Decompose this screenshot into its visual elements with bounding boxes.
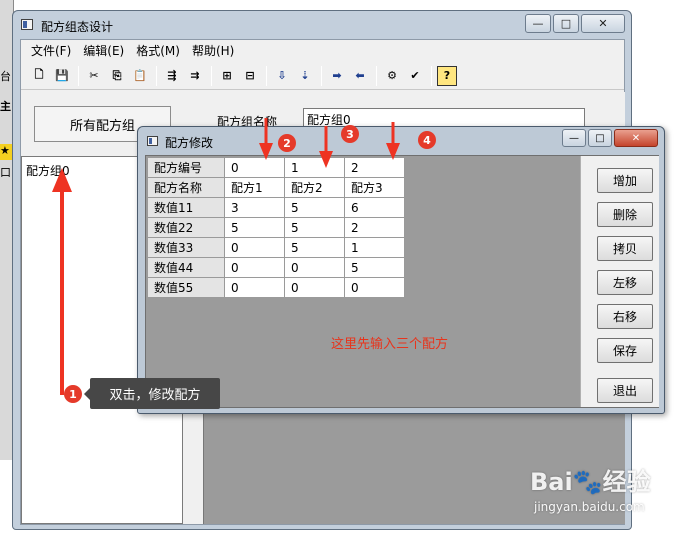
grid-cell[interactable]: 5	[284, 197, 345, 218]
recipe-edit-dialog: 配方修改 — □ ✕ 配方编号 0 1 2 配方名称 配方1 配方2 配方3 数…	[137, 126, 665, 414]
maximize-button[interactable]: □	[553, 14, 579, 33]
dialog-icon	[147, 136, 158, 146]
left-align-icon[interactable]: ⊞	[217, 66, 237, 86]
menu-bar: 文件(F) 编辑(E) 格式(M) 帮助(H)	[21, 40, 624, 60]
minimize-button[interactable]: —	[525, 14, 551, 33]
step-badge-3: 3	[341, 125, 359, 143]
check-icon[interactable]: ✔	[405, 66, 425, 86]
grid-cell[interactable]: 3	[224, 197, 285, 218]
table-row: 配方编号 0 1 2	[147, 157, 405, 178]
toolbar-separator	[321, 65, 322, 86]
grid-cell[interactable]: 2	[344, 217, 405, 238]
grid-cell[interactable]: 配方2	[284, 177, 345, 198]
grid-cell[interactable]: 1	[284, 157, 345, 178]
menu-format[interactable]: 格式(M)	[130, 42, 186, 59]
append-column-icon[interactable]: ⇉	[185, 66, 205, 86]
dialog-maximize-button[interactable]: □	[588, 129, 612, 147]
row-header: 数值44	[147, 257, 225, 278]
toolbar-separator	[78, 65, 79, 86]
table-row: 数值22 5 5 2	[147, 217, 405, 238]
menu-edit[interactable]: 编辑(E)	[77, 42, 130, 59]
toolbar-separator	[156, 65, 157, 86]
grid-cell[interactable]: 5	[344, 257, 405, 278]
grid-cell[interactable]: 5	[284, 217, 345, 238]
download-icon[interactable]: ⇩	[272, 66, 292, 86]
watermark-url: jingyan.baidu.com	[534, 500, 645, 514]
grid-cell[interactable]: 0	[224, 157, 285, 178]
grid-cell[interactable]: 0	[344, 277, 405, 298]
title-bar: 配方组态设计 — □ ✕	[13, 11, 631, 39]
step-badge-2: 2	[278, 134, 296, 152]
dialog-client: 配方编号 0 1 2 配方名称 配方1 配方2 配方3 数值11 3 5 6 数…	[145, 155, 659, 408]
grid-cell[interactable]: 5	[224, 217, 285, 238]
save-icon[interactable]: 💾	[52, 66, 72, 86]
move-right-button[interactable]: 右移	[597, 304, 653, 329]
baidu-watermark: Bai🐾经验 jingyan.baidu.com	[530, 462, 680, 526]
exit-button[interactable]: 退出	[597, 378, 653, 403]
app-icon	[21, 19, 33, 30]
toolbar-separator	[376, 65, 377, 86]
row-header: 配方名称	[147, 177, 225, 198]
row-header: 数值33	[147, 237, 225, 258]
grid-cell[interactable]: 0	[224, 277, 285, 298]
upload-icon[interactable]: ⇣	[295, 66, 315, 86]
row-header: 配方编号	[147, 157, 225, 178]
delete-button[interactable]: 删除	[597, 202, 653, 227]
annotation-tooltip: 双击，修改配方	[84, 378, 220, 409]
toolbar-separator	[266, 65, 267, 86]
row-header: 数值11	[147, 197, 225, 218]
save-button[interactable]: 保存	[597, 338, 653, 363]
tree-item-group0[interactable]: 配方组0	[26, 162, 70, 179]
grid-cell[interactable]: 6	[344, 197, 405, 218]
dialog-title: 配方修改	[165, 136, 214, 150]
row-header: 数值55	[147, 277, 225, 298]
table-row: 数值33 0 5 1	[147, 237, 405, 258]
copy-icon[interactable]: ⎘	[107, 66, 127, 86]
new-icon[interactable]: 🗋	[29, 66, 49, 86]
toolbar-separator	[211, 65, 212, 86]
menu-help[interactable]: 帮助(H)	[186, 42, 240, 59]
step-badge-1: 1	[64, 385, 82, 403]
close-button[interactable]: ✕	[581, 14, 625, 33]
window-title: 配方组态设计	[41, 20, 114, 34]
grid-cell[interactable]: 5	[284, 237, 345, 258]
grid-cell[interactable]: 0	[224, 237, 285, 258]
grid-cell[interactable]: 配方1	[224, 177, 285, 198]
copy-button[interactable]: 拷贝	[597, 236, 653, 261]
dialog-close-button[interactable]: ✕	[614, 129, 658, 147]
paste-icon[interactable]: 📋	[130, 66, 150, 86]
toolbar-separator	[431, 65, 432, 86]
move-left-button[interactable]: 左移	[597, 270, 653, 295]
toolbar: 🗋 💾 ✂ ⎘ 📋 ⇶ ⇉ ⊞ ⊟ ⇩ ⇣ ➡ ⬅ ⚙ ✔ ?	[21, 62, 624, 90]
menu-file[interactable]: 文件(F)	[25, 42, 77, 59]
help-icon[interactable]: ?	[437, 65, 457, 86]
cut-icon[interactable]: ✂	[84, 66, 104, 86]
step-badge-4: 4	[418, 131, 436, 149]
watermark-logo: Bai🐾经验	[530, 468, 651, 496]
grid-cell[interactable]: 配方3	[344, 177, 405, 198]
table-row: 数值44 0 0 5	[147, 257, 405, 278]
grid-cell[interactable]: 1	[344, 237, 405, 258]
grid-cell[interactable]: 0	[224, 257, 285, 278]
table-row: 数值55 0 0 0	[147, 277, 405, 298]
properties-icon[interactable]: ⚙	[382, 66, 402, 86]
insert-column-icon[interactable]: ⇶	[162, 66, 182, 86]
move-left-icon[interactable]: ⬅	[350, 66, 370, 86]
grid-cell[interactable]: 0	[284, 277, 345, 298]
table-row: 数值11 3 5 6	[147, 197, 405, 218]
hint-text: 这里先输入三个配方	[331, 337, 449, 352]
recipe-grid: 配方编号 0 1 2 配方名称 配方1 配方2 配方3 数值11 3 5 6 数…	[147, 157, 405, 298]
grid-cell[interactable]: 2	[344, 157, 405, 178]
move-right-icon[interactable]: ➡	[327, 66, 347, 86]
table-row: 配方名称 配方1 配方2 配方3	[147, 177, 405, 198]
right-align-icon[interactable]: ⊟	[240, 66, 260, 86]
dialog-button-panel: 增加 删除 拷贝 左移 右移 保存 退出	[580, 156, 659, 407]
dialog-minimize-button[interactable]: —	[562, 129, 586, 147]
row-header: 数值22	[147, 217, 225, 238]
add-button[interactable]: 增加	[597, 168, 653, 193]
grid-cell[interactable]: 0	[284, 257, 345, 278]
